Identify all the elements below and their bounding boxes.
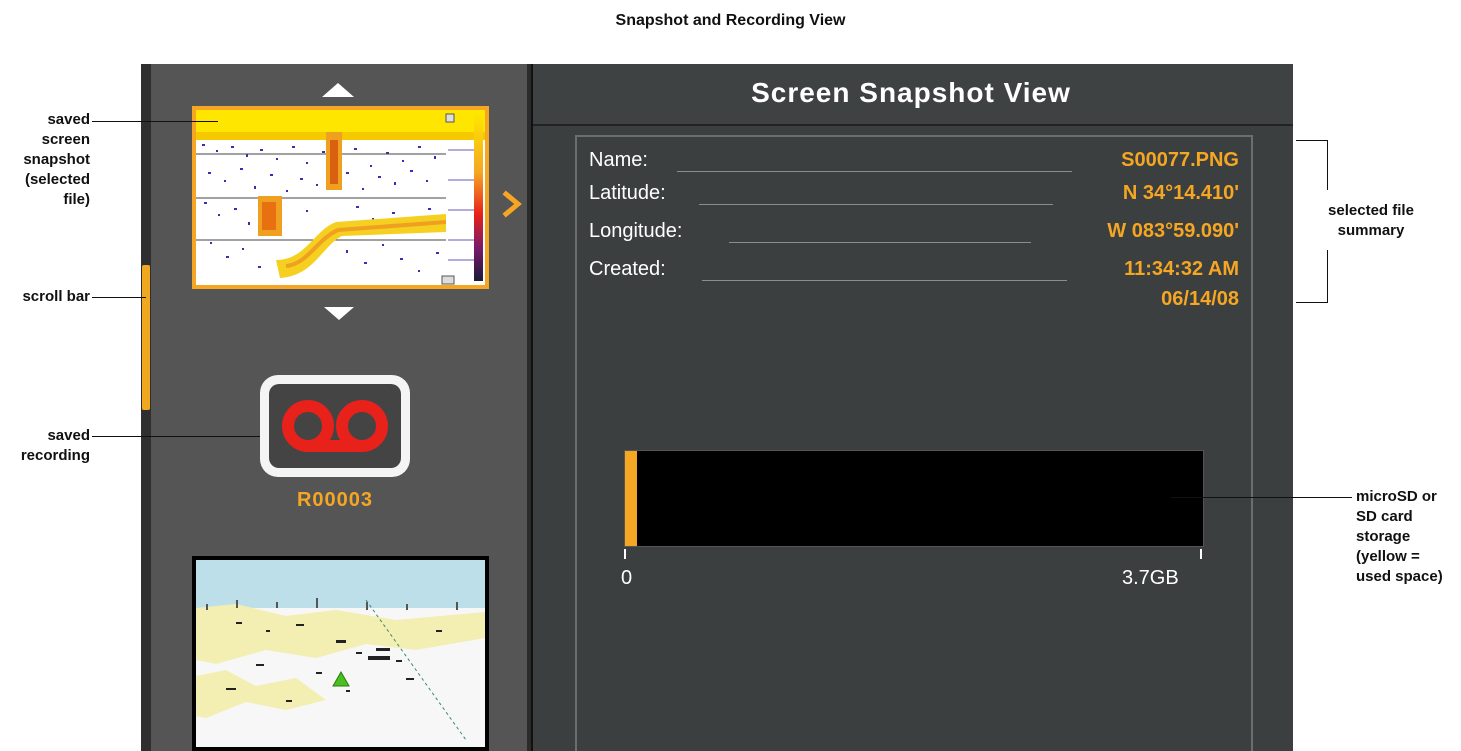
summary-value: S00077.PNG bbox=[1121, 149, 1239, 171]
down-arrow-icon[interactable] bbox=[324, 307, 354, 320]
summary-row-created: Created: 11:34:32 AM bbox=[589, 258, 1239, 288]
voicemail-recording-icon[interactable] bbox=[256, 371, 414, 481]
callout-line: file) bbox=[63, 191, 90, 208]
summary-value: 06/14/08 bbox=[1161, 288, 1239, 310]
summary-row-created-date: 06/14/08 bbox=[589, 288, 1239, 318]
summary-key: Created: bbox=[589, 258, 666, 280]
scroll-thumb[interactable] bbox=[142, 265, 150, 410]
summary-row-latitude: Latitude: N 34°14.410' bbox=[589, 182, 1239, 212]
callout-line: scroll bar bbox=[22, 288, 90, 305]
device-screen: R00003 Screen Snapshot View Name: S00077… bbox=[141, 64, 1293, 751]
leader-storage bbox=[1171, 497, 1352, 498]
callout-storage: microSD or SD card storage (yellow = use… bbox=[1356, 487, 1443, 587]
storage-tick-max bbox=[1200, 549, 1202, 559]
callout-line: recording bbox=[20, 447, 90, 464]
leader-line bbox=[677, 171, 1072, 172]
chart-snapshot-thumbnail[interactable] bbox=[192, 556, 489, 751]
callout-line: summary bbox=[1337, 222, 1405, 239]
callout-line: storage bbox=[1356, 528, 1411, 545]
summary-key: Latitude: bbox=[589, 182, 666, 204]
callout-line: (selected bbox=[24, 171, 90, 188]
summary-value: W 083°59.090' bbox=[1107, 220, 1239, 242]
scroll-bar[interactable] bbox=[141, 64, 151, 751]
callout-line: SD card bbox=[1356, 508, 1413, 525]
leader-line bbox=[729, 242, 1031, 243]
panel-header: Screen Snapshot View bbox=[533, 64, 1293, 126]
file-browser-panel: R00003 bbox=[141, 64, 527, 751]
callout-saved-screen-snapshot: saved screen snapshot (selected file) bbox=[23, 110, 90, 210]
callout-line: snapshot bbox=[23, 151, 90, 168]
callout-saved-recording: saved recording bbox=[21, 426, 90, 466]
bracket-upper bbox=[1327, 140, 1328, 190]
summary-key: Name: bbox=[589, 149, 648, 171]
storage-min-label: 0 bbox=[621, 567, 633, 589]
leader-snapshot bbox=[92, 121, 218, 122]
leader-scroll bbox=[92, 297, 146, 298]
callout-line: screen bbox=[41, 131, 90, 148]
bracket-top bbox=[1296, 140, 1327, 141]
callout-selected-file-summary: selected file summary bbox=[1316, 201, 1426, 241]
storage-max-label: 3.7GB bbox=[1122, 567, 1179, 589]
chevron-right-icon[interactable] bbox=[501, 190, 525, 218]
summary-value: N 34°14.410' bbox=[1122, 182, 1239, 204]
summary-key: Longitude: bbox=[589, 220, 683, 242]
figure-title: Snapshot and Recording View bbox=[615, 12, 846, 29]
up-arrow-icon[interactable] bbox=[322, 83, 354, 97]
bracket-bottom bbox=[1296, 302, 1328, 303]
sonar-snapshot-image bbox=[196, 110, 485, 285]
snapshot-thumbnail-selected[interactable] bbox=[192, 106, 489, 289]
storage-bar bbox=[624, 450, 1204, 547]
file-summary-box: Name: S00077.PNG Latitude: N 34°14.410' … bbox=[575, 135, 1253, 751]
callout-line: saved bbox=[47, 427, 90, 444]
storage-tick-min bbox=[624, 549, 626, 559]
summary-value: 11:34:32 AM bbox=[1124, 258, 1239, 280]
callout-line: saved bbox=[47, 111, 90, 128]
callout-line: selected file bbox=[1328, 202, 1414, 219]
leader-recording bbox=[92, 436, 260, 437]
bracket-lower bbox=[1327, 250, 1328, 302]
summary-row-name: Name: S00077.PNG bbox=[589, 149, 1239, 179]
chart-snapshot-image bbox=[196, 560, 485, 747]
storage-used-fill bbox=[625, 451, 637, 546]
recording-label[interactable]: R00003 bbox=[249, 489, 421, 512]
summary-row-longitude: Longitude: W 083°59.090' bbox=[589, 220, 1239, 250]
leader-line bbox=[702, 280, 1067, 281]
snapshot-view-panel: Screen Snapshot View Name: S00077.PNG La… bbox=[531, 64, 1293, 751]
callout-line: microSD or bbox=[1356, 488, 1437, 505]
callout-scroll-bar: scroll bar bbox=[22, 287, 90, 307]
callout-line: used space) bbox=[1356, 568, 1443, 585]
panel-title: Screen Snapshot View bbox=[751, 77, 1071, 108]
callout-line: (yellow = bbox=[1356, 548, 1420, 565]
leader-line bbox=[699, 204, 1053, 205]
